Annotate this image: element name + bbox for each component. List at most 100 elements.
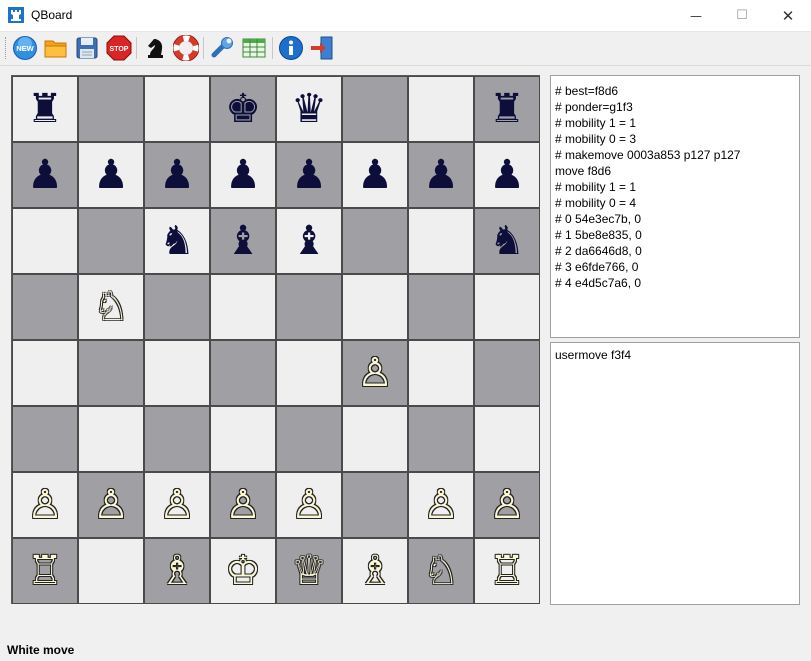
black-bishop-icon[interactable]: ♝ xyxy=(291,221,327,261)
black-pawn-icon[interactable]: ♟ xyxy=(93,155,129,195)
new-button[interactable]: NEW xyxy=(12,35,38,61)
chess-board[interactable]: ♜ ♚ ♛ ♜ ♟ ♟ ♟ ♟ ♟ ♟ ♟ ♟ ♞ ♝ ♝ ♞ ♘ ♙ ♙ ♙ ♙ ♙ ♙ ♙ ♙ ♖ ♗ ♔ ♕ ♗ ♘ ♖ xyxy=(11,75,540,604)
square-f6[interactable] xyxy=(342,208,408,274)
square-h8[interactable]: ♜ xyxy=(474,76,540,142)
black-bishop-icon[interactable]: ♝ xyxy=(225,221,261,261)
white-rook-icon[interactable]: ♖ xyxy=(27,551,63,591)
table-button[interactable] xyxy=(241,35,267,61)
black-pawn-icon[interactable]: ♟ xyxy=(225,155,261,195)
square-a3[interactable] xyxy=(12,406,78,472)
close-button[interactable]: ✕ xyxy=(765,0,811,31)
white-pawn-icon[interactable]: ♙ xyxy=(225,485,261,525)
square-d1[interactable]: ♔ xyxy=(210,538,276,604)
square-e5[interactable] xyxy=(276,274,342,340)
black-pawn-icon[interactable]: ♟ xyxy=(489,155,525,195)
square-f5[interactable] xyxy=(342,274,408,340)
square-b6[interactable] xyxy=(78,208,144,274)
white-knight-icon[interactable]: ♘ xyxy=(423,551,459,591)
square-c7[interactable]: ♟ xyxy=(144,142,210,208)
square-a5[interactable] xyxy=(12,274,78,340)
square-e4[interactable] xyxy=(276,340,342,406)
square-b7[interactable]: ♟ xyxy=(78,142,144,208)
square-b3[interactable] xyxy=(78,406,144,472)
square-f1[interactable]: ♗ xyxy=(342,538,408,604)
stop-button[interactable]: STOP xyxy=(106,35,132,61)
square-e7[interactable]: ♟ xyxy=(276,142,342,208)
black-pawn-icon[interactable]: ♟ xyxy=(357,155,393,195)
square-g2[interactable]: ♙ xyxy=(408,472,474,538)
black-rook-icon[interactable]: ♜ xyxy=(489,89,525,129)
black-knight-icon[interactable]: ♞ xyxy=(489,221,525,261)
square-h1[interactable]: ♖ xyxy=(474,538,540,604)
white-rook-icon[interactable]: ♖ xyxy=(489,551,525,591)
square-g6[interactable] xyxy=(408,208,474,274)
square-g3[interactable] xyxy=(408,406,474,472)
square-d3[interactable] xyxy=(210,406,276,472)
toolbar-grip[interactable] xyxy=(5,37,8,59)
square-c8[interactable] xyxy=(144,76,210,142)
open-button[interactable] xyxy=(43,35,69,61)
settings-button[interactable] xyxy=(210,35,236,61)
black-pawn-icon[interactable]: ♟ xyxy=(423,155,459,195)
square-a7[interactable]: ♟ xyxy=(12,142,78,208)
engine-output-panel[interactable]: # best=f8d6 # ponder=g1f3 # mobility 1 = 1… xyxy=(550,75,800,338)
square-d7[interactable]: ♟ xyxy=(210,142,276,208)
square-h3[interactable] xyxy=(474,406,540,472)
square-g4[interactable] xyxy=(408,340,474,406)
black-queen-icon[interactable]: ♛ xyxy=(291,89,327,129)
white-pawn-icon[interactable]: ♙ xyxy=(423,485,459,525)
square-g5[interactable] xyxy=(408,274,474,340)
white-knight-icon[interactable]: ♘ xyxy=(93,287,129,327)
white-bishop-icon[interactable]: ♗ xyxy=(159,551,195,591)
square-d4[interactable] xyxy=(210,340,276,406)
white-pawn-icon[interactable]: ♙ xyxy=(159,485,195,525)
square-f2[interactable] xyxy=(342,472,408,538)
square-g7[interactable]: ♟ xyxy=(408,142,474,208)
square-c6[interactable]: ♞ xyxy=(144,208,210,274)
square-b5[interactable]: ♘ xyxy=(78,274,144,340)
black-pawn-icon[interactable]: ♟ xyxy=(291,155,327,195)
square-b8[interactable] xyxy=(78,76,144,142)
square-b4[interactable] xyxy=(78,340,144,406)
about-button[interactable] xyxy=(278,35,304,61)
square-e8[interactable]: ♛ xyxy=(276,76,342,142)
square-e1[interactable]: ♕ xyxy=(276,538,342,604)
square-a1[interactable]: ♖ xyxy=(12,538,78,604)
exit-button[interactable] xyxy=(309,35,335,61)
square-e3[interactable] xyxy=(276,406,342,472)
square-e6[interactable]: ♝ xyxy=(276,208,342,274)
square-g8[interactable] xyxy=(408,76,474,142)
white-pawn-icon[interactable]: ♙ xyxy=(291,485,327,525)
save-button[interactable] xyxy=(74,35,100,61)
square-d5[interactable] xyxy=(210,274,276,340)
black-pawn-icon[interactable]: ♟ xyxy=(159,155,195,195)
black-king-icon[interactable]: ♚ xyxy=(225,89,261,129)
square-g1[interactable]: ♘ xyxy=(408,538,474,604)
maximize-button[interactable]: ☐ xyxy=(719,0,765,31)
white-pawn-icon[interactable]: ♙ xyxy=(27,485,63,525)
square-f4[interactable]: ♙ xyxy=(342,340,408,406)
help-lifebuoy-button[interactable] xyxy=(173,35,199,61)
square-d2[interactable]: ♙ xyxy=(210,472,276,538)
black-knight-icon[interactable]: ♞ xyxy=(159,221,195,261)
white-king-icon[interactable]: ♔ xyxy=(225,551,261,591)
engine-button[interactable] xyxy=(142,35,168,61)
square-h4[interactable] xyxy=(474,340,540,406)
square-d6[interactable]: ♝ xyxy=(210,208,276,274)
square-e2[interactable]: ♙ xyxy=(276,472,342,538)
black-pawn-icon[interactable]: ♟ xyxy=(27,155,63,195)
white-pawn-icon[interactable]: ♙ xyxy=(357,353,393,393)
square-a4[interactable] xyxy=(12,340,78,406)
square-c1[interactable]: ♗ xyxy=(144,538,210,604)
square-a6[interactable] xyxy=(12,208,78,274)
square-d8[interactable]: ♚ xyxy=(210,76,276,142)
square-f7[interactable]: ♟ xyxy=(342,142,408,208)
square-c3[interactable] xyxy=(144,406,210,472)
square-c2[interactable]: ♙ xyxy=(144,472,210,538)
white-pawn-icon[interactable]: ♙ xyxy=(489,485,525,525)
command-panel[interactable]: usermove f3f4 xyxy=(550,342,800,605)
square-f3[interactable] xyxy=(342,406,408,472)
square-a2[interactable]: ♙ xyxy=(12,472,78,538)
square-c4[interactable] xyxy=(144,340,210,406)
square-b2[interactable]: ♙ xyxy=(78,472,144,538)
